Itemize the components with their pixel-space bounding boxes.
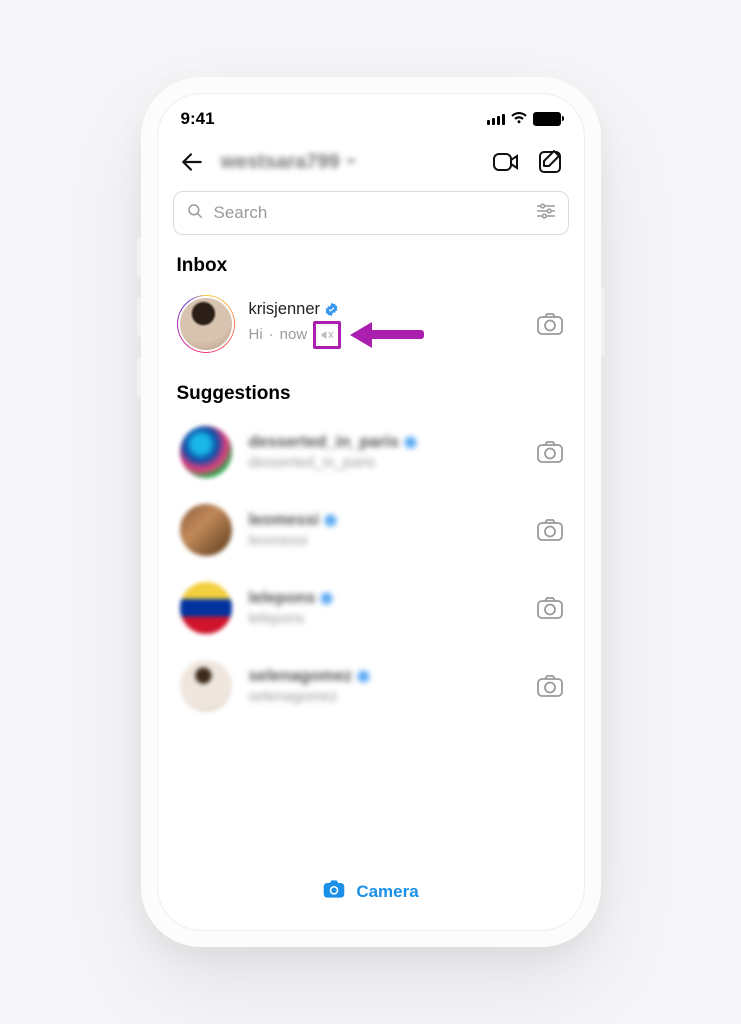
avatar [178, 658, 234, 714]
camera-footer-button[interactable]: Camera [159, 862, 583, 929]
camera-button[interactable] [535, 309, 565, 339]
current-username: westsara799 [221, 151, 340, 174]
verified-icon [323, 513, 338, 528]
suggestion-sub: leomessi [249, 532, 308, 549]
suggestion-sub: desserted_in_paris [249, 454, 376, 471]
avatar [178, 502, 234, 558]
status-time: 9:41 [181, 109, 215, 129]
suggestion-username: selenagomez [249, 667, 353, 686]
new-message-button[interactable] [535, 147, 565, 177]
side-buttons-left [137, 237, 141, 277]
account-switcher[interactable]: westsara799 [221, 151, 358, 174]
battery-icon [533, 112, 561, 126]
search-input[interactable]: Search [173, 191, 569, 235]
camera-button[interactable] [535, 671, 565, 701]
separator: · [269, 326, 274, 343]
cellular-icon [487, 113, 505, 125]
suggestion-row[interactable]: leomessi leomessi [159, 491, 583, 569]
dm-navbar: westsara799 [159, 141, 583, 187]
avatar-story-ring[interactable] [177, 295, 235, 353]
suggestions-heading: Suggestions [159, 363, 583, 413]
avatar [178, 424, 234, 480]
chevron-down-icon [345, 154, 357, 170]
phone-frame: 9:41 westsara799 [141, 77, 601, 947]
suggestion-username: desserted_in_paris [249, 433, 399, 452]
suggestion-row[interactable]: selenagomez selenagomez [159, 647, 583, 725]
camera-icon [322, 878, 346, 905]
suggestion-username: lelepons [249, 589, 316, 608]
suggestion-sub: lelepons [249, 610, 305, 627]
filter-icon[interactable] [536, 202, 556, 225]
suggestion-sub: selenagomez [249, 688, 338, 705]
chat-preview: Hi [249, 326, 263, 343]
camera-button[interactable] [535, 515, 565, 545]
verified-icon [319, 591, 334, 606]
back-button[interactable] [177, 147, 207, 177]
avatar [178, 296, 234, 352]
verified-icon [324, 302, 339, 317]
avatar [178, 580, 234, 636]
side-button-right [601, 287, 605, 357]
wifi-icon [510, 109, 528, 129]
chat-row[interactable]: krisjenner Hi · now [159, 285, 583, 363]
suggestion-username: leomessi [249, 511, 320, 530]
camera-label: Camera [356, 882, 418, 902]
verified-icon [356, 669, 371, 684]
search-icon [186, 202, 204, 225]
suggestion-row[interactable]: desserted_in_paris desserted_in_paris [159, 413, 583, 491]
suggestion-row[interactable]: lelepons lelepons [159, 569, 583, 647]
inbox-heading: Inbox [159, 235, 583, 285]
camera-button[interactable] [535, 593, 565, 623]
verified-icon [403, 435, 418, 450]
chat-username: krisjenner [249, 300, 321, 319]
muted-icon [313, 321, 341, 349]
search-placeholder: Search [214, 203, 526, 223]
video-call-button[interactable] [491, 147, 521, 177]
annotation-arrow [350, 322, 424, 348]
chat-time: now [280, 326, 308, 343]
camera-button[interactable] [535, 437, 565, 467]
